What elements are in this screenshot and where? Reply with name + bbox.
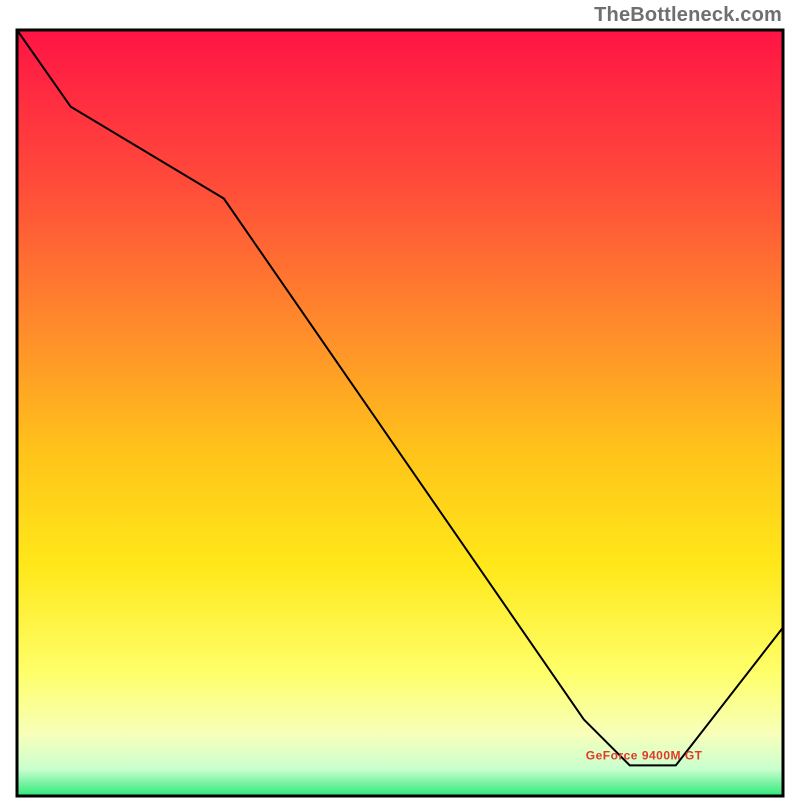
series-annotation: GeForce 9400M GT bbox=[586, 748, 703, 762]
gradient-background bbox=[17, 30, 783, 796]
chart-plot: GeForce 9400M GT bbox=[15, 28, 785, 798]
attribution-text: TheBottleneck.com bbox=[594, 4, 782, 27]
